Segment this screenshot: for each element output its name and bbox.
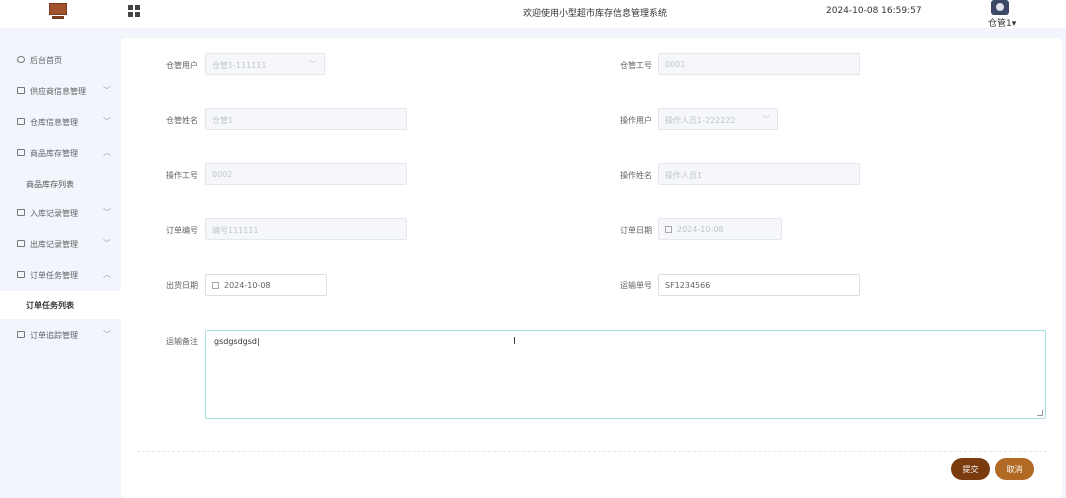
system-title: 欢迎使用小型超市库存信息管理系统 [522, 9, 667, 19]
chevron-down-icon: ﹀ [103, 330, 111, 339]
remark-value: gsdgsdgsd [214, 337, 257, 346]
sidebar-item-label: 仓库信息管理 [30, 118, 78, 127]
folder-icon [17, 240, 25, 247]
monitor-logo-icon[interactable] [48, 3, 68, 21]
warehouse-no-field[interactable]: 0001 [658, 53, 860, 75]
order-no-label: 订单编号 [166, 226, 198, 235]
remark-label: 运输备注 [166, 337, 198, 346]
sidebar-item-supplier[interactable]: 供应商信息管理 ﹀ [0, 76, 122, 106]
order-date-label: 订单日期 [620, 226, 652, 235]
operator-user-label: 操作用户 [620, 116, 652, 125]
order-date-picker[interactable]: 2024-10-08 [658, 218, 782, 240]
grid-menu-icon[interactable] [128, 5, 140, 17]
chevron-down-icon: ﹀ [103, 117, 111, 126]
sidebar-item-label: 出库记录管理 [30, 240, 78, 249]
chevron-up-icon: ︿ [103, 148, 111, 157]
chevron-down-icon: ﹀ [309, 60, 317, 69]
sidebar-item-inventory-list[interactable]: 商品库存列表 [0, 170, 122, 198]
warehouse-user-select[interactable]: 仓管1-111111 ﹀ [205, 53, 325, 75]
operator-user-value: 操作人员1-222222 [665, 116, 736, 125]
sidebar-item-inbound[interactable]: 入库记录管理 ﹀ [0, 198, 122, 228]
operator-name-label: 操作姓名 [620, 171, 652, 180]
calendar-icon [665, 226, 672, 233]
submit-button[interactable]: 提交 [951, 458, 990, 480]
sidebar-item-label: 订单任务管理 [30, 271, 78, 280]
warehouse-name-label: 仓管姓名 [166, 116, 198, 125]
operator-user-select[interactable]: 操作人员1-222222 ﹀ [658, 108, 778, 130]
warehouse-user-label: 仓管用户 [166, 61, 198, 70]
sidebar-item-label: 入库记录管理 [30, 209, 78, 218]
sidebar: 后台首页 供应商信息管理 ﹀ 仓库信息管理 ﹀ 商品库存管理 ︿ 商品库存列表 … [0, 36, 122, 496]
clock-icon [17, 56, 25, 63]
remark-textarea[interactable]: gsdgsdgsd| [205, 330, 1046, 419]
operator-no-label: 操作工号 [166, 171, 198, 180]
warehouse-no-label: 仓管工号 [620, 61, 652, 70]
chevron-up-icon: ︿ [103, 270, 111, 279]
folder-icon [17, 271, 25, 278]
sidebar-item-warehouse[interactable]: 仓库信息管理 ﹀ [0, 107, 122, 137]
cancel-button[interactable]: 取消 [995, 458, 1034, 480]
sidebar-item-inventory[interactable]: 商品库存管理 ︿ [0, 138, 122, 168]
tracking-no-label: 运输单号 [620, 281, 652, 290]
caret-down-icon: ▾ [1011, 19, 1017, 29]
sidebar-item-home[interactable]: 后台首页 [0, 45, 122, 75]
chevron-down-icon: ﹀ [103, 239, 111, 248]
order-no-field[interactable]: 编号111111 [205, 218, 407, 240]
folder-icon [17, 149, 25, 156]
sidebar-item-orders[interactable]: 订单任务管理 ︿ [0, 260, 122, 290]
user-name: 仓管1 [988, 19, 1012, 29]
folder-icon [17, 118, 25, 125]
datetime-display: 2024-10-08 16:59:57 [826, 6, 922, 16]
user-dropdown[interactable]: 仓管1▾ [988, 16, 1016, 29]
sidebar-item-label: 商品库存管理 [30, 149, 78, 158]
text-caret: | [256, 337, 260, 346]
sidebar-item-label: 供应商信息管理 [30, 87, 86, 96]
ship-date-label: 出货日期 [166, 281, 198, 290]
divider [137, 451, 1047, 452]
ship-date-picker[interactable]: 2024-10-08 [205, 274, 327, 296]
warehouse-user-value: 仓管1-111111 [212, 61, 267, 70]
sidebar-item-label: 订单任务列表 [26, 301, 74, 310]
avatar[interactable] [991, 0, 1009, 15]
top-bar: 欢迎使用小型超市库存信息管理系统 2024-10-08 16:59:57 仓管1… [0, 0, 1066, 29]
tracking-no-field[interactable]: SF1234566 [658, 274, 860, 296]
operator-name-field[interactable]: 操作人员1 [658, 163, 860, 185]
folder-icon [17, 331, 25, 338]
sidebar-item-label: 后台首页 [30, 56, 62, 65]
sidebar-item-order-list[interactable]: 订单任务列表 [0, 291, 122, 319]
chevron-down-icon: ﹀ [103, 86, 111, 95]
chevron-down-icon: ﹀ [103, 208, 111, 217]
text-cursor-icon: I [513, 336, 516, 347]
chevron-down-icon: ﹀ [762, 115, 770, 124]
folder-icon [17, 87, 25, 94]
calendar-icon [212, 282, 219, 289]
operator-no-field[interactable]: 0002 [205, 163, 407, 185]
resize-handle-icon[interactable] [1037, 410, 1043, 416]
sidebar-item-label: 订单追踪管理 [30, 331, 78, 340]
order-form: 仓管用户 仓管1-111111 ﹀ 仓管工号 0001 仓管姓名 仓管1 操作用… [121, 38, 1062, 498]
sidebar-item-tracking[interactable]: 订单追踪管理 ﹀ [0, 320, 122, 350]
sidebar-item-label: 商品库存列表 [26, 180, 74, 189]
warehouse-name-field[interactable]: 仓管1 [205, 108, 407, 130]
ship-date-value: 2024-10-08 [224, 281, 271, 290]
order-date-value: 2024-10-08 [677, 225, 724, 234]
sidebar-item-outbound[interactable]: 出库记录管理 ﹀ [0, 229, 122, 259]
folder-icon [17, 209, 25, 216]
